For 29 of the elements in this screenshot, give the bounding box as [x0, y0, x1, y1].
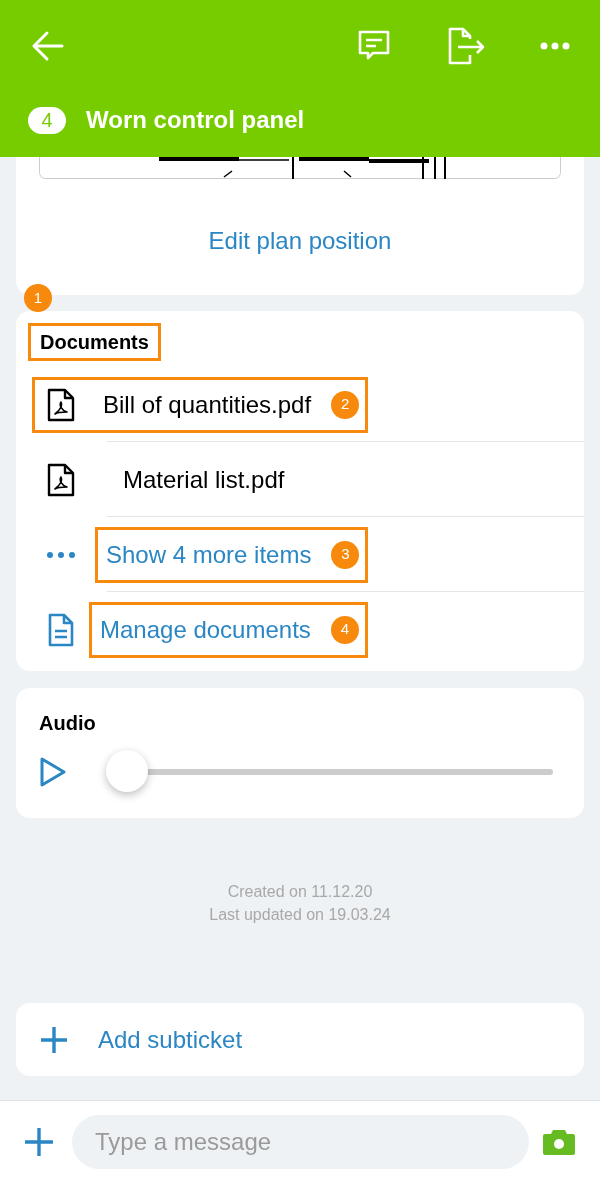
file-export-icon: [446, 27, 486, 65]
callout-badge: 2: [331, 390, 360, 419]
play-icon: [39, 756, 67, 788]
document-link[interactable]: Bill of quantities.pdf: [103, 386, 312, 423]
more-icon: [46, 550, 76, 559]
timestamp-text: Last updated on 19.03.24: [209, 905, 391, 925]
action-link[interactable]: Manage documents: [100, 611, 311, 648]
audio-slider[interactable]: [106, 750, 553, 794]
add-subticket-button[interactable]: Add subticket: [16, 1003, 584, 1076]
message-input[interactable]: Type a message: [72, 1115, 529, 1169]
camera-icon: [542, 1127, 576, 1157]
ticket-number-badge: 4: [28, 106, 66, 134]
plus-icon: [40, 1025, 68, 1054]
callout-badge: 1: [24, 284, 52, 312]
more-icon: [540, 42, 570, 50]
document-icon: [48, 612, 74, 647]
callout-badge: 4: [330, 615, 359, 644]
ticket-title: Worn control panel: [86, 105, 305, 135]
edit-plan-link[interactable]: Edit plan position: [208, 223, 392, 259]
section-title: Documents: [40, 330, 149, 355]
callout-badge: 3: [331, 540, 360, 569]
plus-icon: [24, 1127, 54, 1157]
pdf-file-icon: [47, 462, 75, 497]
document-link[interactable]: Material list.pdf: [123, 461, 285, 498]
pdf-file-icon: [47, 387, 75, 422]
action-link[interactable]: Show 4 more items: [106, 536, 312, 573]
timestamp-text: Created on 11.12.20: [227, 882, 373, 902]
section-title: Audio: [39, 711, 96, 736]
slider-thumb[interactable]: [106, 750, 148, 792]
